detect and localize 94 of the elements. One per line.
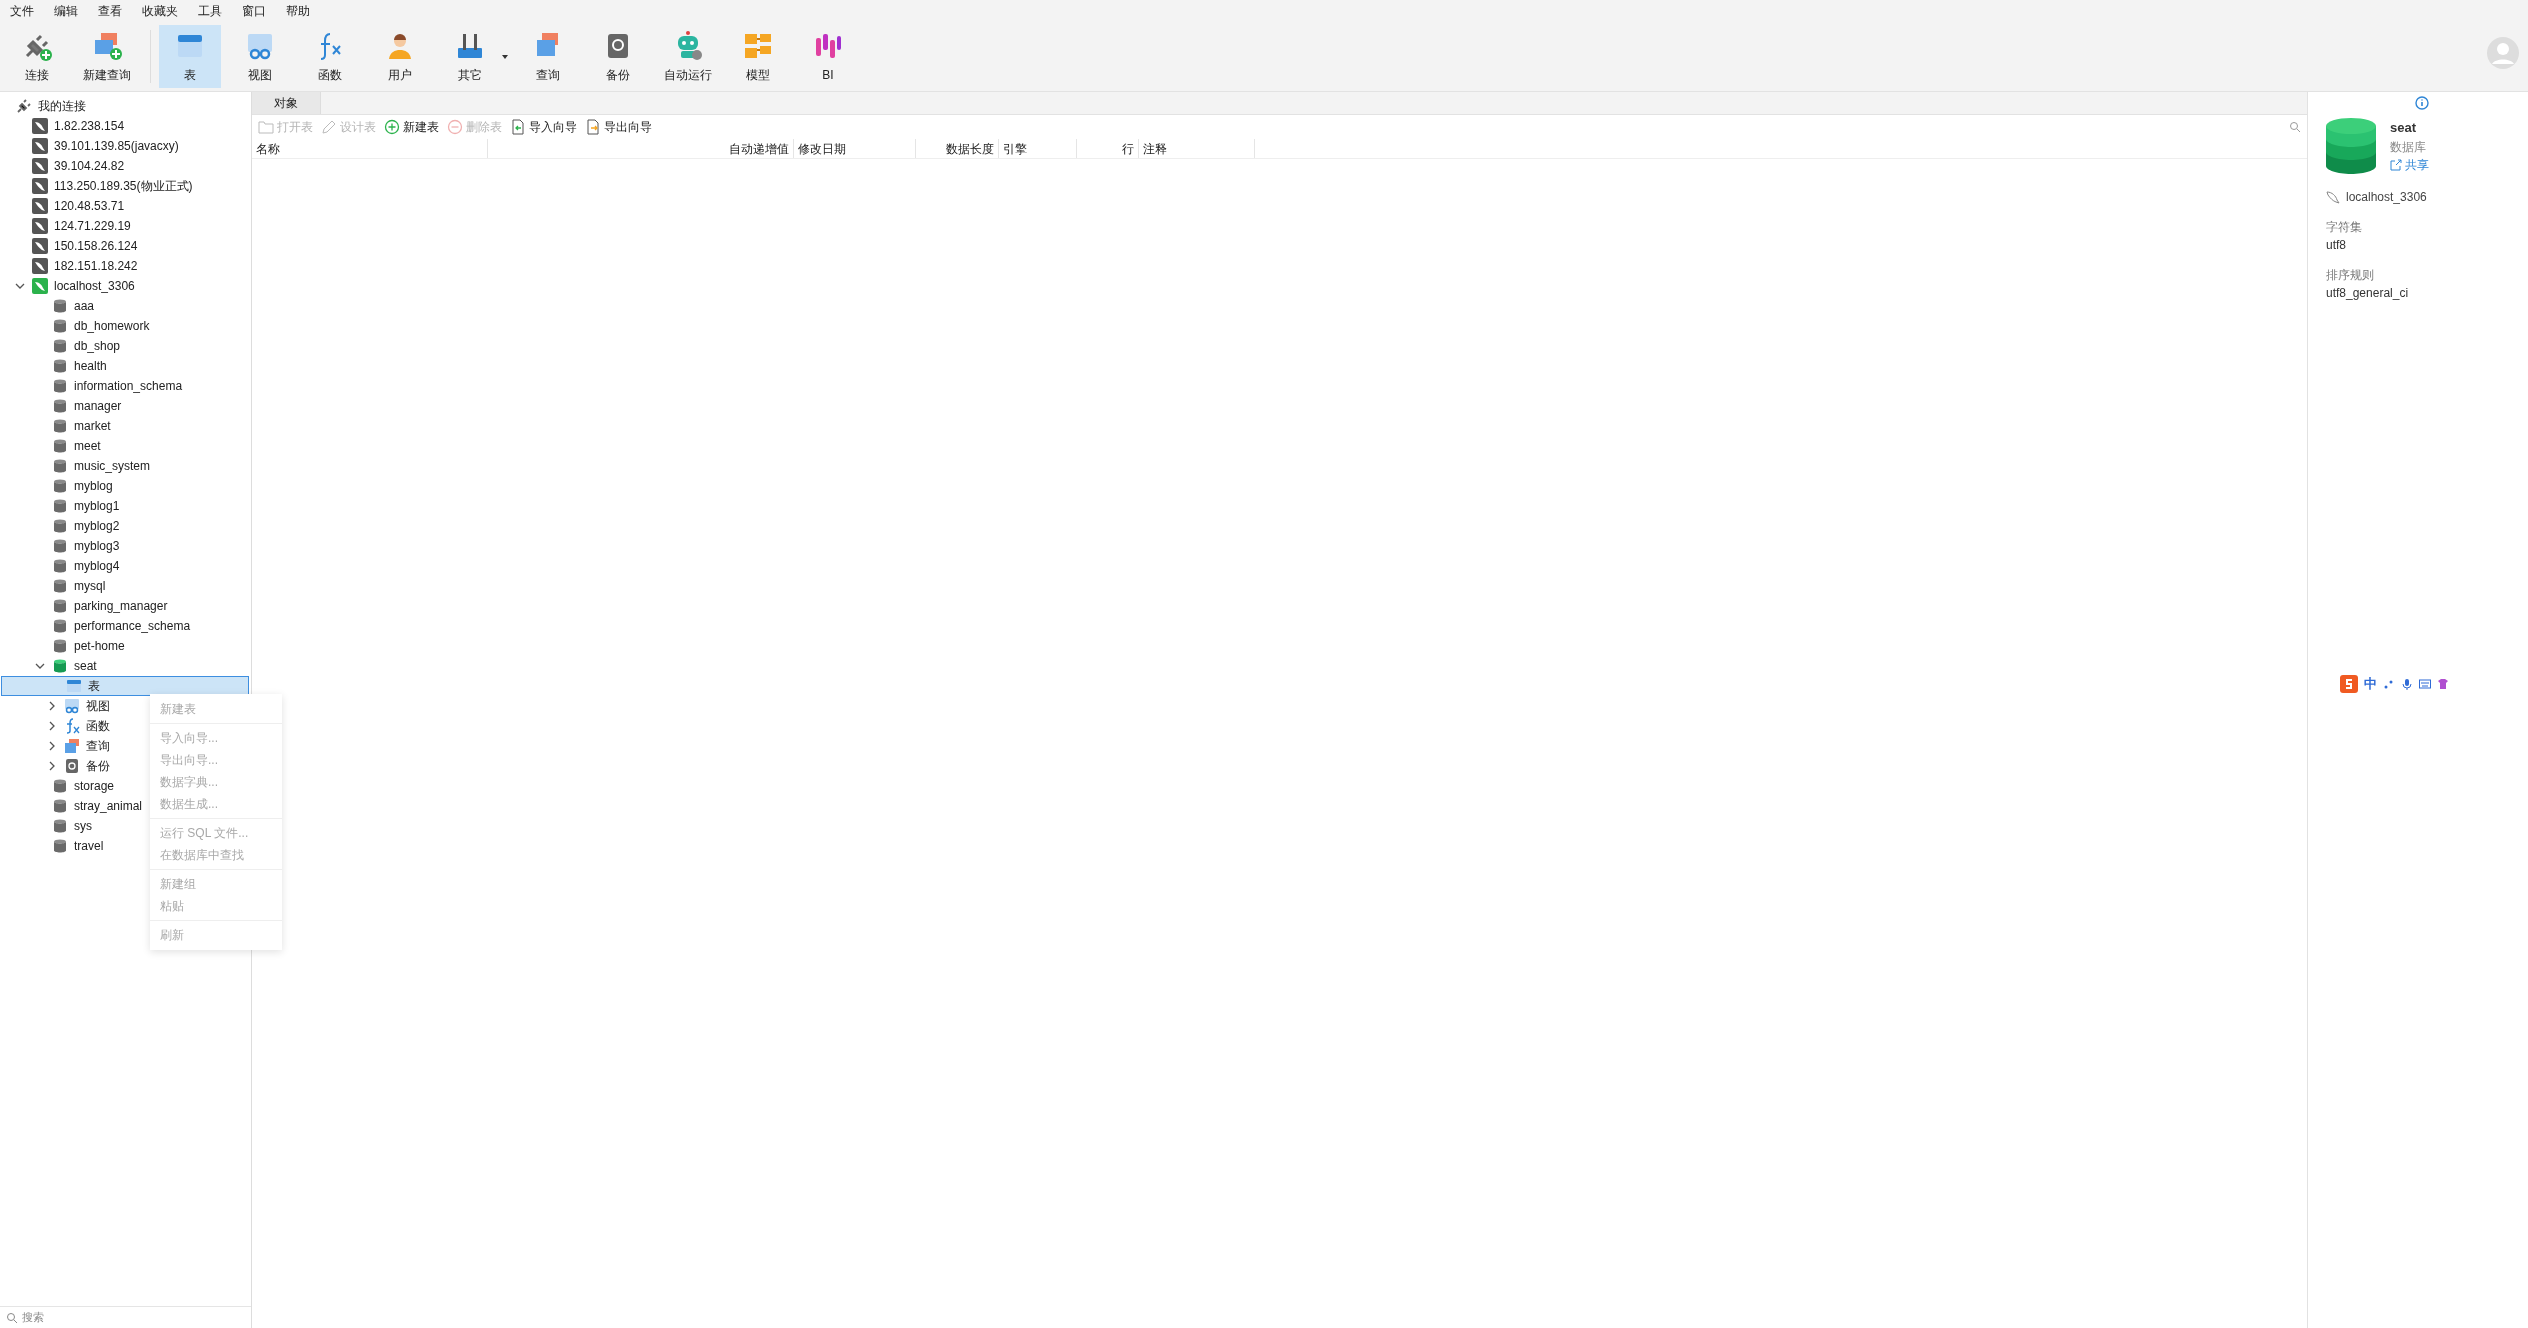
search-field[interactable]: 搜索 [22,1309,44,1326]
database-item[interactable]: myblog2 [74,517,120,535]
database-item[interactable]: market [74,417,111,435]
database-item[interactable]: myblog [74,477,113,495]
menu-item[interactable]: 编辑 [44,2,88,20]
database-item[interactable]: music_system [74,457,150,475]
database-item[interactable]: meet [74,437,101,455]
database-name: seat [2390,119,2418,137]
field-label: 字符集 [2326,219,2363,236]
connection-item[interactable]: 39.101.139.85(javacxy) [54,137,179,155]
menu-item[interactable]: 收藏夹 [132,2,188,20]
connection-item[interactable]: 150.158.26.124 [54,237,138,255]
database-item[interactable]: sys [74,817,92,835]
connection-item[interactable]: 182.151.18.242 [54,257,138,275]
menu-item[interactable]: 工具 [188,2,232,20]
table-icon [66,678,82,694]
toolbar-button[interactable]: 导入向导 [510,118,577,136]
menu-item[interactable]: 窗口 [232,2,276,20]
database-item[interactable]: manager [74,397,122,415]
column-header[interactable]: 引擎 [999,139,1077,158]
toolbar-button[interactable]: 其它 [439,25,501,88]
toolbar-button[interactable]: BI [797,25,859,88]
dropdown-caret-icon[interactable] [501,52,509,61]
field-value: utf8_general_ci [2326,285,2410,302]
database-item[interactable]: health [74,357,107,375]
connection-item[interactable]: 1.82.238.154 [54,117,125,135]
database-item[interactable]: travel [74,837,104,855]
toolbar-button[interactable]: 用户 [369,25,431,88]
menu-item[interactable]: 文件 [0,2,44,20]
database-item[interactable]: pet-home [74,637,125,655]
ime-mode[interactable]: 中 [2364,674,2377,694]
database-item[interactable]: db_shop [74,337,121,355]
database-item[interactable]: myblog3 [74,537,120,555]
connection-name: localhost_3306 [2346,189,2427,206]
column-header[interactable]: 修改日期 [794,139,916,158]
toolbar-button[interactable]: 新建表 [384,118,439,136]
database-item[interactable]: performance_schema [74,617,191,635]
column-header[interactable]: 行 [1077,139,1139,158]
connection-item[interactable]: localhost_3306 [54,277,135,295]
field-label: 排序规则 [2326,267,2375,284]
shirt-icon[interactable] [2437,677,2449,690]
share-icon [2390,158,2402,171]
database-icon [2326,118,2376,174]
folder-icon [258,119,274,135]
database-item[interactable]: mysql [74,577,106,595]
column-header[interactable]: 名称 [252,139,488,158]
database-item[interactable]: parking_manager [74,597,168,615]
column-header[interactable]: 数据长度 [916,139,999,158]
database-item[interactable]: seat [74,657,97,675]
database-item[interactable]: stray_animal [74,797,143,815]
database-item[interactable]: db_homework [74,317,150,335]
keyboard-icon[interactable] [2419,677,2431,690]
info-icon[interactable] [2415,96,2429,110]
database-item[interactable]: information_schema [74,377,183,395]
database-type: 数据库 [2390,138,2427,156]
view-icon [64,698,80,714]
toolbar-button[interactable]: 表 [159,25,221,88]
database-item[interactable]: aaa [74,297,95,315]
database-item[interactable]: storage [74,777,115,795]
pencil-icon [321,119,337,135]
menu-item[interactable]: 帮助 [276,2,320,20]
connection-item[interactable]: 39.104.24.82 [54,157,125,175]
function-icon [64,718,80,734]
plug-icon [16,98,32,114]
object-item[interactable]: 表 [1,676,249,696]
toolbar-button[interactable]: 新建查询 [76,25,138,88]
toolbar-button[interactable]: 连接 [6,25,68,88]
toolbar-button[interactable]: 视图 [229,25,291,88]
toolbar-button[interactable]: 模型 [727,25,789,88]
toolbar-button[interactable]: 查询 [517,25,579,88]
tree-label[interactable]: 我的连接 [38,97,86,115]
toolbar-button[interactable]: 备份 [587,25,649,88]
minus-circle-icon [447,119,463,135]
search-icon [6,1311,18,1324]
export-icon [585,119,601,135]
connection-item[interactable]: 120.48.53.71 [54,197,125,215]
database-item[interactable]: myblog1 [74,497,120,515]
toolbar-button[interactable]: 导出向导 [585,118,652,136]
connection-item[interactable]: 124.71.229.19 [54,217,131,235]
toolbar-button[interactable]: 函数 [299,25,361,88]
field-value: utf8 [2326,237,2347,254]
backup-icon [64,758,80,774]
column-header[interactable]: 自动递增值 [488,139,794,158]
database-item[interactable]: myblog4 [74,557,120,575]
menu-item[interactable]: 查看 [88,2,132,20]
column-header[interactable]: 注释 [1139,139,1255,158]
microphone-icon[interactable] [2401,677,2413,690]
connection-item[interactable]: 113.250.189.35(物业正式) [54,177,193,195]
tab[interactable]: 对象 [252,92,321,114]
plus-circle-icon [384,119,400,135]
import-icon [510,119,526,135]
toolbar-button[interactable]: 自动运行 [657,25,719,88]
share-link[interactable]: 共享 [2390,155,2429,174]
query-icon [64,738,80,754]
